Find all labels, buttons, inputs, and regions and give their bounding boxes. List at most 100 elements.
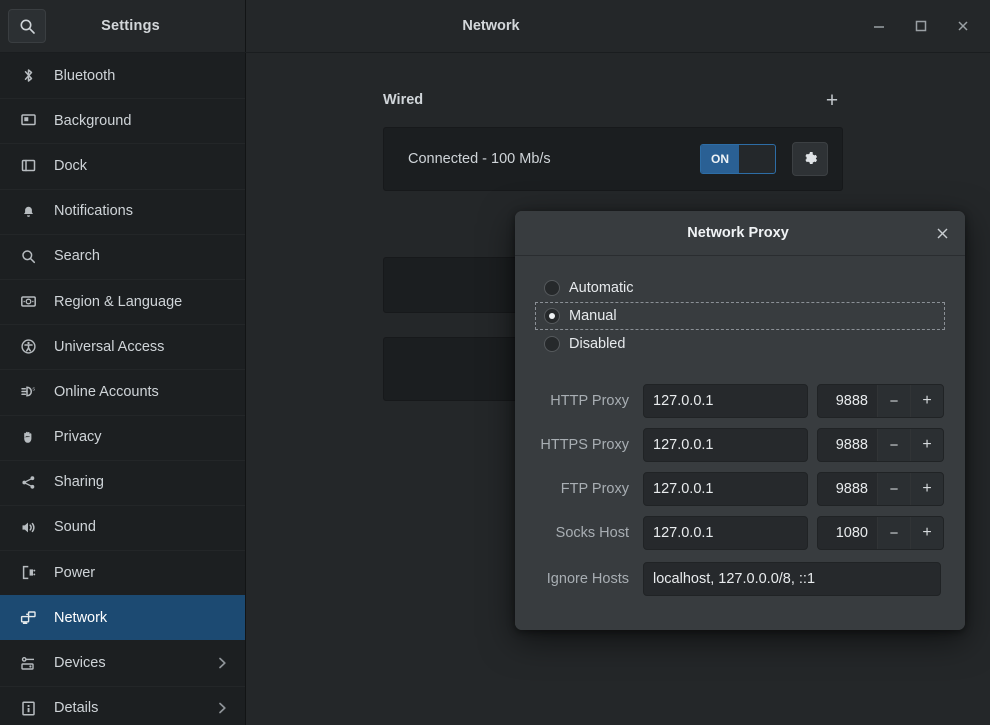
field-label: HTTP Proxy (550, 393, 629, 409)
network-icon (16, 609, 40, 626)
port-value[interactable]: 9888 (818, 429, 877, 461)
port-increment-button[interactable]: + (910, 473, 943, 505)
proxy-mode-radio-group: Automatic Manual Disabled (535, 274, 945, 358)
chevron-right-icon (215, 701, 229, 715)
close-button[interactable] (950, 13, 976, 39)
sidebar-item-dock[interactable]: Dock (0, 143, 245, 188)
https-proxy-port-stepper[interactable]: 9888− + (817, 428, 944, 462)
section-title: Wired (383, 92, 424, 108)
power-plug-icon (16, 564, 40, 581)
form-row-socks-host: Socks Host 127.0.0.1 1080− + (535, 516, 945, 550)
bluetooth-icon (16, 67, 40, 84)
port-value[interactable]: 9888 (818, 385, 877, 417)
chevron-right-icon (215, 656, 229, 670)
form-row-http-proxy: HTTP Proxy 127.0.0.1 9888− + (535, 384, 945, 418)
speaker-icon (16, 519, 40, 536)
port-decrement-button[interactable]: − (877, 429, 910, 461)
close-icon (956, 19, 970, 33)
port-decrement-button[interactable]: − (877, 473, 910, 505)
sidebar-item-label: Background (54, 112, 132, 129)
port-decrement-button[interactable]: − (877, 385, 910, 417)
port-increment-button[interactable]: + (910, 517, 943, 549)
sidebar-item-label: Privacy (54, 429, 102, 446)
maximize-button[interactable] (908, 13, 934, 39)
port-value[interactable]: 1080 (818, 517, 877, 549)
ignore-hosts-input[interactable]: localhost, 127.0.0.0/8, ::1 (643, 562, 941, 596)
minimize-icon (872, 19, 886, 33)
bell-icon (16, 203, 40, 220)
dialog-title: Network Proxy (687, 225, 789, 241)
svg-text:s: s (32, 387, 35, 393)
hand-icon (16, 429, 40, 446)
page-title: Network (462, 18, 520, 34)
sidebar-item-notifications[interactable]: Notifications (0, 188, 245, 234)
info-icon (16, 700, 40, 717)
field-label: Socks Host (555, 525, 629, 541)
socks-host-host-input[interactable]: 127.0.0.1 (643, 516, 808, 550)
background-icon (16, 112, 40, 129)
sidebar-item-sharing[interactable]: Sharing (0, 459, 245, 505)
minimize-button[interactable] (866, 13, 892, 39)
wired-panel: Connected - 100 Mb/s ON (383, 127, 843, 191)
radio-label: Automatic (569, 280, 634, 296)
devices-icon (16, 655, 40, 672)
form-row-https-proxy: HTTPS Proxy 127.0.0.1 9888− + (535, 428, 945, 462)
https-proxy-host-input[interactable]: 127.0.0.1 (643, 428, 808, 462)
sidebar-item-label: Network (54, 609, 108, 626)
port-increment-button[interactable]: + (910, 429, 943, 461)
proxy-fields-form: HTTP Proxy 127.0.0.1 9888− + HTTPS Proxy 127.… (535, 384, 945, 596)
form-row-ftp-proxy: FTP Proxy 127.0.0.1 9888− + (535, 472, 945, 506)
add-wired-button[interactable]: + (821, 90, 843, 111)
sidebar: Bluetooth Background Dock Notifications Sear… (0, 53, 246, 725)
section-header-wired: Wired + (383, 83, 843, 117)
sidebar-item-devices[interactable]: Devices (0, 640, 245, 685)
sidebar-item-power[interactable]: Power (0, 550, 245, 595)
ftp-proxy-port-stepper[interactable]: 9888− + (817, 472, 944, 506)
radio-label: Manual (569, 308, 617, 324)
sidebar-item-region-language[interactable]: Region & Language (0, 278, 245, 324)
radio-disabled[interactable]: Disabled (535, 330, 945, 358)
http-proxy-port-stepper[interactable]: 9888− + (817, 384, 944, 418)
form-row-ignore-hosts: Ignore Hosts localhost, 127.0.0.0/8, ::1 (535, 562, 945, 596)
sidebar-item-universal-access[interactable]: Universal Access (0, 324, 245, 369)
sidebar-item-sound[interactable]: Sound (0, 504, 245, 550)
wired-row: Connected - 100 Mb/s ON (384, 128, 842, 190)
sidebar-item-label: Notifications (54, 203, 133, 220)
wired-settings-button[interactable] (792, 142, 828, 176)
network-proxy-dialog: Network Proxy Automatic Manual Disabled HT… (515, 211, 965, 630)
sidebar-item-label: Online Accounts (54, 383, 159, 400)
maximize-icon (914, 19, 928, 33)
dialog-close-button[interactable] (927, 218, 957, 248)
radio-label: Disabled (569, 336, 626, 352)
port-increment-button[interactable]: + (910, 385, 943, 417)
region-language-icon (16, 293, 40, 310)
socks-host-port-stepper[interactable]: 1080− + (817, 516, 944, 550)
ftp-proxy-host-input[interactable]: 127.0.0.1 (643, 472, 808, 506)
radio-automatic[interactable]: Automatic (535, 274, 945, 302)
sidebar-item-label: Dock (54, 157, 88, 174)
radio-manual[interactable]: Manual (535, 302, 945, 330)
window-controls (866, 13, 990, 39)
section-wired: Wired + Connected - 100 Mb/s ON (383, 83, 843, 191)
sidebar-item-details[interactable]: Details (0, 685, 245, 725)
settings-window: Settings Network Bluetooth Background Do… (0, 0, 990, 725)
search-button[interactable] (8, 9, 46, 43)
sidebar-item-label: Details (54, 700, 99, 717)
sidebar-item-network[interactable]: Network (0, 595, 245, 641)
sidebar-item-online-accounts[interactable]: s Online Accounts (0, 369, 245, 414)
wired-toggle-state: ON (701, 145, 739, 173)
sidebar-item-label: Sharing (54, 474, 104, 491)
port-value[interactable]: 9888 (818, 473, 877, 505)
http-proxy-host-input[interactable]: 127.0.0.1 (643, 384, 808, 418)
sidebar-item-search[interactable]: Search (0, 233, 245, 279)
wired-status-label: Connected - 100 Mb/s (408, 151, 551, 167)
port-decrement-button[interactable]: − (877, 517, 910, 549)
sidebar-item-label: Search (54, 248, 100, 265)
share-icon (16, 474, 40, 491)
sidebar-item-background[interactable]: Background (0, 98, 245, 143)
main-content: Wired + Connected - 100 Mb/s ON Network … (246, 53, 990, 725)
online-accounts-icon: s (16, 383, 40, 400)
sidebar-item-privacy[interactable]: Privacy (0, 414, 245, 460)
wired-toggle[interactable]: ON (700, 144, 776, 174)
sidebar-item-bluetooth[interactable]: Bluetooth (0, 53, 245, 98)
